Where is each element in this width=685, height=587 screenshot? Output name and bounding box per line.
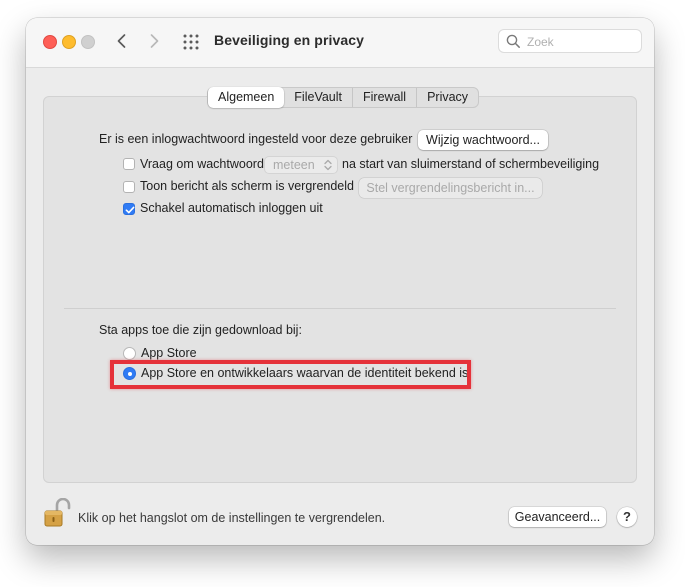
forward-chevron-icon [150,34,159,48]
advanced-button[interactable]: Geavanceerd... [509,507,606,527]
tab-firewall[interactable]: Firewall [352,88,416,107]
show-message-checkbox[interactable] [123,181,135,193]
tab-privacy[interactable]: Privacy [416,88,478,107]
tab-algemeen[interactable]: Algemeen [208,87,285,108]
require-password-checkbox[interactable] [123,158,135,170]
password-status-text: Er is een inlogwachtwoord ingesteld voor… [99,132,413,146]
search-field[interactable] [498,29,642,53]
radio-app-store-label: App Store [141,346,197,360]
help-button[interactable]: ? [617,507,637,527]
change-password-button[interactable]: Wijzig wachtwoord... [418,130,548,150]
require-password-suffix: na start van sluimerstand of schermbevei… [342,157,600,171]
radio-app-store[interactable] [123,347,136,360]
show-all-button[interactable] [182,33,200,51]
close-window-button[interactable] [43,35,57,49]
section-divider [64,308,616,309]
content-panel [43,96,637,483]
require-password-label: Vraag om wachtwoord [140,157,264,171]
show-message-label: Toon bericht als scherm is vergrendeld [140,179,354,193]
updown-arrows-icon [324,159,332,171]
titlebar: Beveiliging en privacy [26,18,654,68]
disable-autologin-label: Schakel automatisch inloggen uit [140,201,323,215]
tab-filevault[interactable]: FileVault [284,88,352,107]
system-preferences-window: Beveiliging en privacy Algemeen FileVaul… [26,18,654,545]
lock-hint-text: Klik op het hangslot om de instellingen … [78,511,386,525]
set-lock-message-button[interactable]: Stel vergrendelingsbericht in... [359,178,542,198]
grid-icon [183,34,199,50]
annotation-highlight-box [110,360,471,389]
allow-apps-heading: Sta apps toe die zijn gedownload bij: [99,323,302,337]
minimize-window-button[interactable] [62,35,76,49]
back-button[interactable] [112,31,132,51]
tab-bar: Algemeen FileVault Firewall Privacy [207,87,480,108]
window-title: Beveiliging en privacy [214,32,365,48]
zoom-window-button[interactable] [81,35,95,49]
search-input[interactable] [525,32,641,52]
lock-open-icon [44,497,71,527]
require-password-delay-value: meteen [273,158,315,172]
search-icon [506,34,520,48]
checkmark-icon [125,206,135,214]
forward-button[interactable] [144,31,164,51]
require-password-delay-select[interactable]: meteen [264,156,338,174]
lock-button[interactable] [43,497,71,528]
disable-autologin-checkbox[interactable] [123,203,135,215]
back-chevron-icon [117,34,126,48]
